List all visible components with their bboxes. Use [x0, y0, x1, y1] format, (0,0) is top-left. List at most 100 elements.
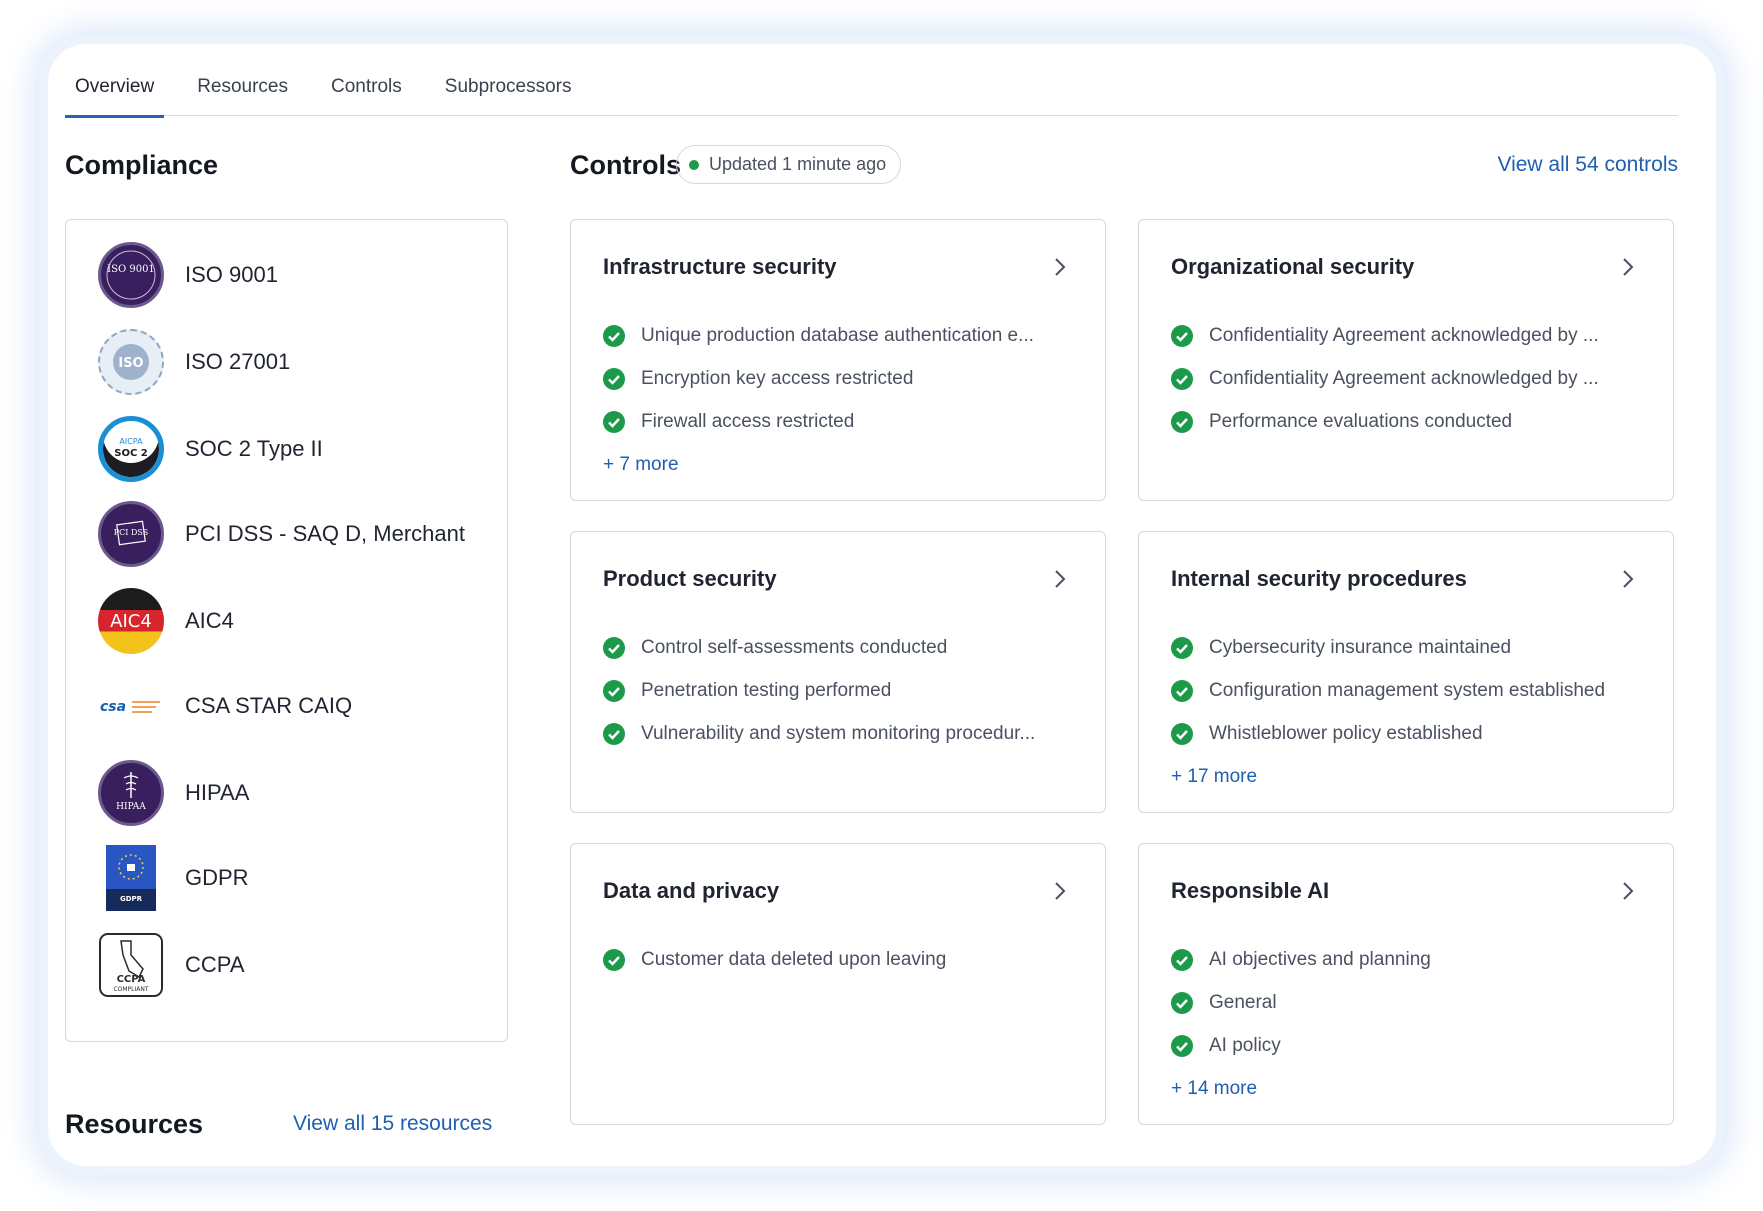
hipaa-badge-icon: HIPAA	[98, 760, 164, 826]
check-circle-icon	[1171, 679, 1193, 702]
control-item-label: Firewall access restricted	[641, 410, 855, 432]
control-item: Unique production database authenticatio…	[603, 314, 1079, 357]
compliance-item-label: PCI DSS - SAQ D, Merchant	[185, 521, 465, 546]
compliance-item-label: SOC 2 Type II	[185, 436, 323, 461]
check-circle-icon	[1171, 991, 1193, 1014]
badge-text: GDPR	[120, 895, 143, 903]
compliance-item-label: ISO 27001	[185, 349, 291, 374]
more-link[interactable]: + 7 more	[603, 443, 1079, 486]
badge-text: SOC 2	[114, 448, 148, 459]
control-item-label: AI objectives and planning	[1209, 948, 1431, 970]
check-circle-icon	[603, 410, 625, 433]
check-circle-icon	[1171, 722, 1193, 745]
control-item-label: Performance evaluations conducted	[1209, 410, 1513, 432]
control-item: Performance evaluations conducted	[1171, 400, 1647, 443]
control-card-organizational-security[interactable]: Organizational security Confidentiality …	[1138, 219, 1674, 501]
chevron-right-icon[interactable]	[1617, 568, 1639, 590]
control-item: Configuration management system establis…	[1171, 669, 1647, 712]
check-circle-icon	[1171, 1034, 1193, 1057]
control-item: Encryption key access restricted	[603, 357, 1079, 400]
badge-text: HIPAA	[116, 802, 146, 812]
ccpa-badge-icon: CCPA COMPLIANT	[98, 932, 164, 998]
check-circle-icon	[1171, 410, 1193, 433]
compliance-item-label: AIC4	[185, 608, 234, 633]
control-item-label: Penetration testing performed	[641, 679, 892, 701]
control-item-label: Cybersecurity insurance maintained	[1209, 636, 1512, 658]
control-card-data-and-privacy[interactable]: Data and privacy Customer data deleted u…	[570, 843, 1106, 1125]
control-card-infrastructure-security[interactable]: Infrastructure security Unique productio…	[570, 219, 1106, 501]
check-circle-icon	[603, 722, 625, 745]
badge-text: CCPA	[117, 974, 146, 985]
chevron-right-icon[interactable]	[1049, 568, 1071, 590]
card-title: Organizational security	[1171, 254, 1415, 279]
status-badge: Updated 1 minute ago	[676, 145, 902, 184]
chevron-right-icon[interactable]	[1049, 880, 1071, 902]
control-card-product-security[interactable]: Product security Control self-assessment…	[570, 531, 1106, 813]
badge-text: COMPLIANT	[113, 986, 148, 993]
check-circle-icon	[603, 948, 625, 971]
check-circle-icon	[1171, 367, 1193, 390]
badge-text: AICPA	[119, 437, 143, 446]
gdpr-badge-icon: GDPR	[98, 845, 164, 911]
control-item-label: General	[1209, 991, 1277, 1013]
check-circle-icon	[1171, 948, 1193, 971]
tab-overview[interactable]: Overview	[65, 72, 165, 118]
compliance-item-label: ISO 9001	[185, 262, 278, 287]
tab-controls[interactable]: Controls	[321, 72, 412, 116]
control-item: Cybersecurity insurance maintained	[1171, 626, 1647, 669]
compliance-item-iso-27001: ISO ISO 27001	[98, 327, 290, 397]
status-dot-icon	[689, 159, 699, 170]
compliance-item-label: HIPAA	[185, 780, 250, 805]
badge-text: AIC4	[110, 611, 152, 632]
chevron-right-icon[interactable]	[1617, 880, 1639, 902]
control-item-label: Control self-assessments conducted	[641, 636, 948, 658]
check-circle-icon	[603, 324, 625, 347]
control-item: AI policy	[1171, 1024, 1647, 1067]
badge-text: csa	[100, 699, 126, 715]
check-circle-icon	[603, 367, 625, 390]
chevron-right-icon[interactable]	[1617, 256, 1639, 278]
compliance-item-aic4: AIC4 AIC4	[98, 586, 234, 656]
control-item-label: Encryption key access restricted	[641, 367, 914, 389]
compliance-item-label: CSA STAR CAIQ	[185, 693, 353, 718]
control-item-label: Vulnerability and system monitoring proc…	[641, 722, 1036, 744]
control-item: Confidentiality Agreement acknowledged b…	[1171, 314, 1647, 357]
more-link[interactable]: + 17 more	[1171, 755, 1647, 798]
badge-text: ISO	[118, 356, 143, 371]
tab-subprocessors[interactable]: Subprocessors	[435, 72, 582, 116]
compliance-item-pci-dss: PCI DSS PCI DSS - SAQ D, Merchant	[98, 499, 465, 569]
control-item-label: Confidentiality Agreement acknowledged b…	[1209, 324, 1599, 346]
card-title: Infrastructure security	[603, 254, 837, 279]
chevron-right-icon[interactable]	[1049, 256, 1071, 278]
control-item: AI objectives and planning	[1171, 938, 1647, 981]
badge-text: ISO 9001	[107, 264, 155, 275]
csa-star-logo-icon: csa	[98, 673, 164, 739]
compliance-item-iso-9001: ISO 9001 ISO 9001	[98, 240, 278, 310]
badge-text: PCI DSS	[114, 528, 148, 537]
status-text: Updated 1 minute ago	[709, 154, 887, 174]
view-all-resources-link[interactable]: View all 15 resources	[293, 1112, 492, 1136]
control-item-label: Unique production database authenticatio…	[641, 324, 1034, 346]
resources-heading: Resources	[65, 1109, 204, 1139]
compliance-list: ISO 9001 ISO 9001 ISO ISO 27001 AICPA SO…	[65, 219, 508, 1042]
control-card-responsible-ai[interactable]: Responsible AI AI objectives and plannin…	[1138, 843, 1674, 1125]
compliance-item-ccpa: CCPA COMPLIANT CCPA	[98, 930, 245, 1000]
card-title: Data and privacy	[603, 878, 780, 903]
tab-resources[interactable]: Resources	[187, 72, 298, 116]
more-link[interactable]: + 14 more	[1171, 1067, 1647, 1110]
control-item-label: Customer data deleted upon leaving	[641, 948, 947, 970]
tab-bar: Overview Resources Controls Subprocessor…	[65, 72, 1678, 118]
aic4-badge-icon: AIC4	[98, 588, 164, 654]
compliance-item-label: CCPA	[185, 952, 245, 977]
control-item: Firewall access restricted	[603, 400, 1079, 443]
compliance-item-hipaa: HIPAA HIPAA	[98, 758, 249, 828]
view-all-controls-link[interactable]: View all 54 controls	[1497, 153, 1678, 177]
control-card-internal-security-procedures[interactable]: Internal security procedures Cybersecuri…	[1138, 531, 1674, 813]
iso-9001-badge-icon: ISO 9001	[98, 242, 164, 308]
control-item: Confidentiality Agreement acknowledged b…	[1171, 357, 1647, 400]
card-title: Product security	[603, 566, 777, 591]
aicpa-soc2-badge-icon: AICPA SOC 2	[98, 416, 164, 482]
trust-center-panel: Overview Resources Controls Subprocessor…	[48, 44, 1716, 1166]
control-item: Whistleblower policy established	[1171, 712, 1647, 755]
iso-27001-badge-icon: ISO	[98, 329, 164, 395]
